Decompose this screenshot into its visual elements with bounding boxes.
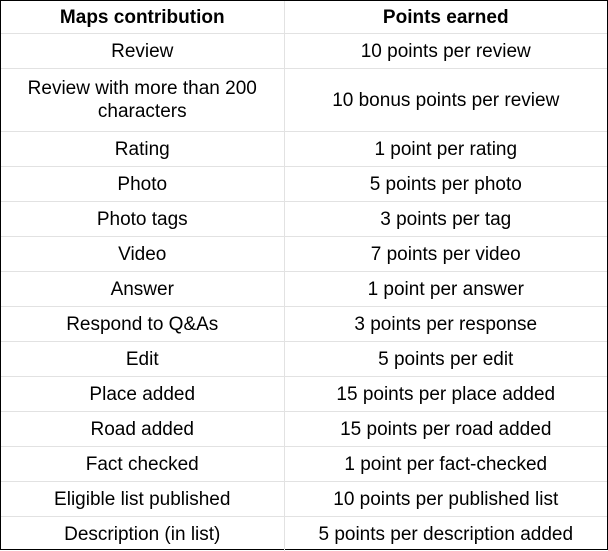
table-row: Photo5 points per photo bbox=[1, 167, 607, 202]
table-row: Answer1 point per answer bbox=[1, 272, 607, 307]
table-row: Review with more than 200 characters10 b… bbox=[1, 69, 607, 132]
contribution-cell: Road added bbox=[1, 412, 284, 447]
contribution-cell: Fact checked bbox=[1, 447, 284, 482]
contribution-cell: Video bbox=[1, 237, 284, 272]
table-row: Photo tags3 points per tag bbox=[1, 202, 607, 237]
points-cell: 3 points per response bbox=[284, 307, 607, 342]
points-cell: 15 points per place added bbox=[284, 377, 607, 412]
points-cell: 5 points per photo bbox=[284, 167, 607, 202]
contribution-cell: Description (in list) bbox=[1, 517, 284, 551]
contribution-cell: Answer bbox=[1, 272, 284, 307]
points-cell: 1 point per rating bbox=[284, 132, 607, 167]
contribution-cell: Photo bbox=[1, 167, 284, 202]
contribution-cell: Edit bbox=[1, 342, 284, 377]
points-cell: 7 points per video bbox=[284, 237, 607, 272]
table-row: Video7 points per video bbox=[1, 237, 607, 272]
table-row: Road added15 points per road added bbox=[1, 412, 607, 447]
points-cell: 5 points per edit bbox=[284, 342, 607, 377]
points-cell: 1 point per answer bbox=[284, 272, 607, 307]
table-row: Eligible list published10 points per pub… bbox=[1, 482, 607, 517]
points-cell: 10 bonus points per review bbox=[284, 69, 607, 132]
contribution-cell: Eligible list published bbox=[1, 482, 284, 517]
contribution-cell: Photo tags bbox=[1, 202, 284, 237]
contribution-cell: Respond to Q&As bbox=[1, 307, 284, 342]
table-row: Fact checked1 point per fact-checked bbox=[1, 447, 607, 482]
table-row: Description (in list)5 points per descri… bbox=[1, 517, 607, 551]
header-contribution: Maps contribution bbox=[1, 1, 284, 34]
table-row: Edit5 points per edit bbox=[1, 342, 607, 377]
points-cell: 3 points per tag bbox=[284, 202, 607, 237]
table-row: Respond to Q&As3 points per response bbox=[1, 307, 607, 342]
contribution-cell: Rating bbox=[1, 132, 284, 167]
points-cell: 10 points per review bbox=[284, 34, 607, 69]
contribution-cell: Place added bbox=[1, 377, 284, 412]
points-table: Maps contribution Points earned Review10… bbox=[1, 1, 607, 551]
points-cell: 5 points per description added bbox=[284, 517, 607, 551]
points-cell: 15 points per road added bbox=[284, 412, 607, 447]
header-points: Points earned bbox=[284, 1, 607, 34]
header-row: Maps contribution Points earned bbox=[1, 1, 607, 34]
contribution-cell: Review bbox=[1, 34, 284, 69]
table-row: Rating1 point per rating bbox=[1, 132, 607, 167]
points-cell: 1 point per fact-checked bbox=[284, 447, 607, 482]
table-row: Place added15 points per place added bbox=[1, 377, 607, 412]
points-table-container: Maps contribution Points earned Review10… bbox=[0, 0, 608, 550]
points-cell: 10 points per published list bbox=[284, 482, 607, 517]
table-row: Review10 points per review bbox=[1, 34, 607, 69]
contribution-cell: Review with more than 200 characters bbox=[1, 69, 284, 132]
